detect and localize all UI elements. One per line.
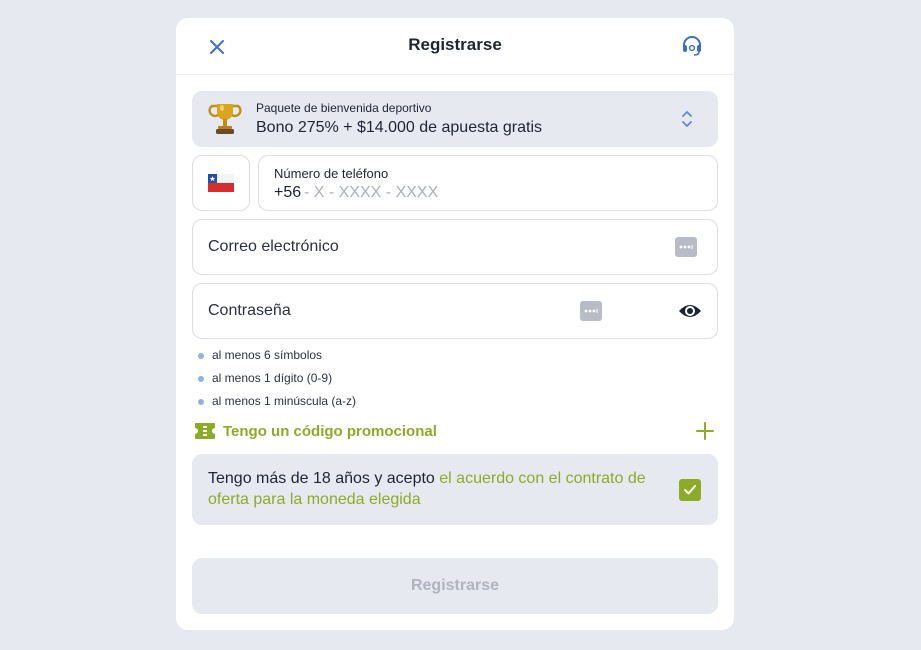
ticket-icon: [195, 423, 215, 439]
promo-code-label: Tengo un código promocional: [223, 423, 437, 440]
bonus-value: Bono 275% + $14.000 de apuesta gratis: [256, 119, 542, 136]
bullet-dot: [198, 353, 204, 359]
phone-label: Número de teléfono: [274, 166, 389, 181]
email-placeholder: Correo electrónico: [208, 238, 339, 255]
terms-checkbox[interactable]: [679, 479, 701, 501]
key-icon[interactable]: [580, 301, 602, 321]
eye-icon[interactable]: [678, 302, 702, 320]
terms-text: Tengo más de 18 años y acepto el acuerdo…: [208, 470, 646, 508]
bonus-selector[interactable]: Paquete de bienvenida deportivo Bono 275…: [192, 91, 718, 147]
bullet-dot: [198, 399, 204, 405]
registration-modal: Registrarse Paquete de bienvenida deport…: [176, 18, 734, 630]
check-icon: [684, 485, 696, 495]
chile-flag-icon: [208, 174, 234, 192]
password-rules: al menos 6 símbolos al menos 1 dígito (0…: [196, 348, 356, 417]
phone-prefix: +56: [274, 184, 302, 201]
promo-code-toggle[interactable]: Tengo un código promocional: [192, 419, 718, 445]
password-rule: al menos 6 símbolos: [196, 348, 356, 371]
support-button[interactable]: [679, 33, 705, 59]
headset-icon: [683, 36, 701, 56]
page-title: Registrarse: [408, 35, 502, 54]
password-field[interactable]: Contraseña: [192, 283, 718, 339]
password-rule: al menos 1 minúscula (a-z): [196, 394, 356, 417]
country-selector[interactable]: [192, 155, 250, 211]
register-button[interactable]: Registrarse: [192, 558, 718, 614]
phone-mask: - X - XXXX - XXXX: [304, 184, 439, 201]
plus-icon[interactable]: [695, 421, 715, 441]
modal-header: Registrarse: [176, 18, 734, 75]
terms-agreement: Tengo más de 18 años y acepto el acuerdo…: [192, 454, 718, 525]
chevron-updown-icon: [682, 110, 692, 128]
key-icon[interactable]: [675, 237, 697, 257]
bonus-label: Paquete de bienvenida deportivo: [256, 101, 432, 115]
trophy-icon: [208, 104, 242, 134]
bullet-dot: [198, 376, 204, 382]
phone-field[interactable]: Número de teléfono +56 - X - XXXX - XXXX: [258, 155, 718, 211]
email-field[interactable]: Correo electrónico: [192, 219, 718, 275]
password-rule: al menos 1 dígito (0-9): [196, 371, 356, 394]
password-placeholder: Contraseña: [208, 302, 291, 319]
